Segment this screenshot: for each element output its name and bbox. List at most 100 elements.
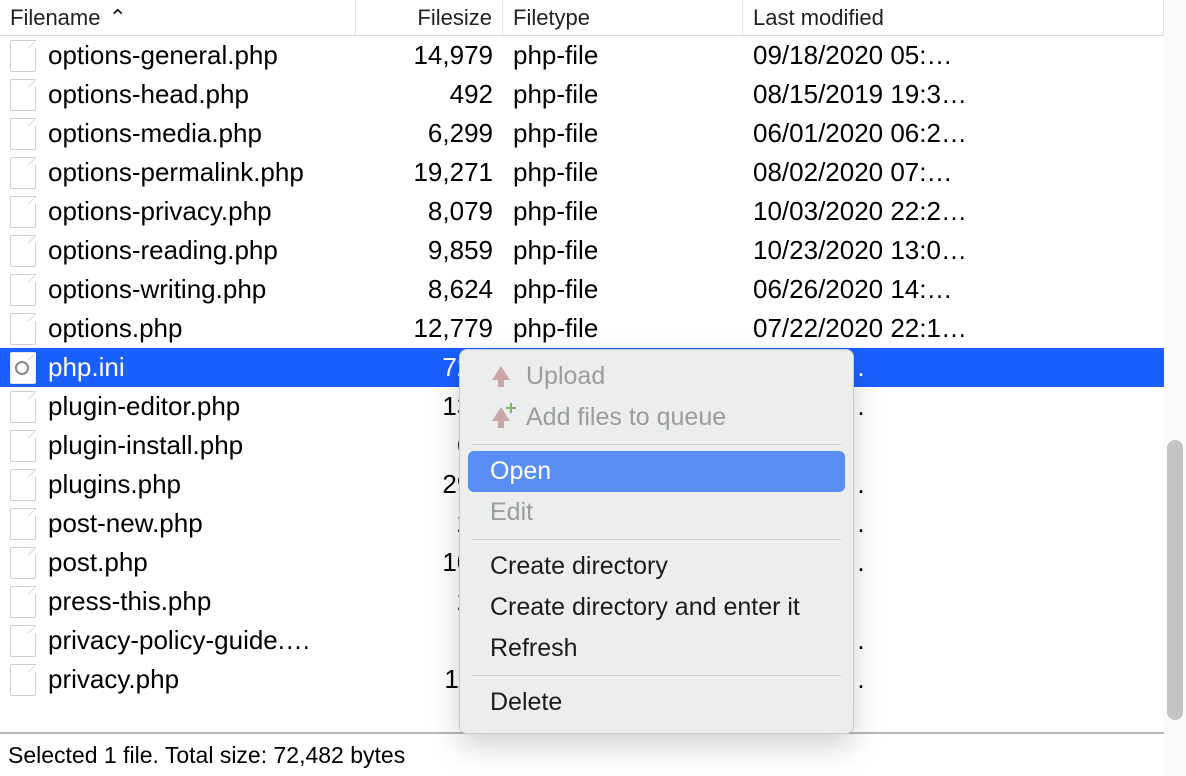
file-name-cell: plugin-editor.php: [0, 387, 356, 426]
file-icon: [10, 508, 36, 540]
file-name-cell: options-reading.php: [0, 231, 356, 270]
file-modified-cell: 06/01/2020 06:2…: [743, 114, 1164, 153]
file-row[interactable]: options-privacy.php 8,079php-file10/03/20…: [0, 192, 1164, 231]
column-header-filesize[interactable]: Filesize: [356, 0, 503, 35]
file-type-cell: php-file: [503, 270, 743, 309]
file-name-text: privacy.php: [48, 664, 179, 695]
file-name-cell: post-new.php: [0, 504, 356, 543]
menu-item-refresh-label: Refresh: [490, 634, 578, 663]
column-header-modified[interactable]: Last modified: [743, 0, 1164, 35]
file-row[interactable]: options-reading.php9,859php-file10/23/20…: [0, 231, 1164, 270]
file-name-cell: plugin-install.php: [0, 426, 356, 465]
file-row[interactable]: options-permalink.php19,271php-file08/02…: [0, 153, 1164, 192]
file-icon: [10, 469, 36, 501]
status-bar-text: Selected 1 file. Total size: 72,482 byte…: [8, 742, 405, 769]
menu-separator: [472, 675, 841, 676]
file-name-text: options-writing.php: [48, 274, 266, 305]
file-name-cell: privacy.php: [0, 660, 356, 699]
file-modified-cell: 10/03/2020 22:2…: [743, 192, 1164, 231]
column-header-filename[interactable]: Filename ⌃: [0, 0, 356, 35]
file-row[interactable]: options.php12,779php-file07/22/2020 22:1…: [0, 309, 1164, 348]
menu-item-edit: Edit: [468, 492, 845, 533]
file-modified-cell: 06/26/2020 14:…: [743, 270, 1164, 309]
menu-item-upload-label: Upload: [526, 362, 605, 391]
file-name-text: php.ini: [48, 352, 125, 383]
file-name-cell: options-privacy.php: [0, 192, 356, 231]
file-size-cell: 8,624: [356, 270, 503, 309]
file-icon: [10, 625, 36, 657]
file-type-cell: php-file: [503, 192, 743, 231]
file-icon: [10, 547, 36, 579]
file-row[interactable]: options-general.php14,979php-file09/18/2…: [0, 36, 1164, 75]
file-name-text: post-new.php: [48, 508, 203, 539]
file-row[interactable]: options-media.php 6,299php-file06/01/2020…: [0, 114, 1164, 153]
column-header-filetype-label: Filetype: [513, 5, 590, 31]
file-size-cell: 492: [356, 75, 503, 114]
menu-item-add-queue: Add files to queue: [468, 397, 845, 438]
file-size-cell: 8,079: [356, 192, 503, 231]
file-type-cell: php-file: [503, 153, 743, 192]
file-icon: [10, 235, 36, 267]
file-type-cell: php-file: [503, 114, 743, 153]
context-menu: Upload Add files to queue Open Edit Crea…: [459, 349, 854, 734]
menu-item-delete-label: Delete: [490, 688, 562, 717]
menu-item-refresh[interactable]: Refresh: [468, 628, 845, 669]
file-name-cell: options-general.php: [0, 36, 356, 75]
file-name-cell: post.php: [0, 543, 356, 582]
file-name-text: plugins.php: [48, 469, 181, 500]
vertical-scrollbar[interactable]: [1164, 0, 1186, 776]
sort-ascending-icon: ⌃: [108, 5, 126, 31]
column-header-filename-label: Filename: [10, 5, 100, 31]
file-name-cell: options-permalink.php: [0, 153, 356, 192]
file-row[interactable]: options-head.php492php-file08/15/2019 19…: [0, 75, 1164, 114]
file-icon: [10, 118, 36, 150]
menu-separator: [472, 444, 841, 445]
menu-item-open-label: Open: [490, 457, 551, 486]
file-icon: [10, 430, 36, 462]
file-icon: [10, 664, 36, 696]
file-name-text: options-media.php: [48, 118, 262, 149]
file-name-cell: php.ini: [0, 348, 356, 387]
menu-item-edit-label: Edit: [490, 498, 533, 527]
file-name-cell: privacy-policy-guide.…: [0, 621, 356, 660]
file-name-text: options-reading.php: [48, 235, 278, 266]
file-row[interactable]: options-writing.php 8,624php-file06/26/20…: [0, 270, 1164, 309]
file-name-cell: press-this.php: [0, 582, 356, 621]
file-name-text: post.php: [48, 547, 148, 578]
file-name-text: options.php: [48, 313, 182, 344]
column-header-row: Filename ⌃ Filesize Filetype Last modifi…: [0, 0, 1164, 36]
menu-item-create-directory-enter[interactable]: Create directory and enter it: [468, 587, 845, 628]
file-type-cell: php-file: [503, 231, 743, 270]
file-name-cell: plugins.php: [0, 465, 356, 504]
file-modified-cell: 09/18/2020 05:…: [743, 36, 1164, 75]
file-type-cell: php-file: [503, 309, 743, 348]
file-name-cell: options-head.php: [0, 75, 356, 114]
menu-item-upload: Upload: [468, 356, 845, 397]
file-icon: [10, 274, 36, 306]
scrollbar-thumb[interactable]: [1167, 440, 1183, 720]
menu-item-create-directory-enter-label: Create directory and enter it: [490, 593, 800, 622]
file-icon: [10, 40, 36, 72]
file-size-cell: 9,859: [356, 231, 503, 270]
file-size-cell: 19,271: [356, 153, 503, 192]
file-type-cell: php-file: [503, 75, 743, 114]
file-name-text: options-privacy.php: [48, 196, 272, 227]
file-name-text: options-permalink.php: [48, 157, 304, 188]
file-icon: [10, 586, 36, 618]
file-name-text: plugin-editor.php: [48, 391, 240, 422]
file-icon: [10, 79, 36, 111]
file-name-text: options-head.php: [48, 79, 249, 110]
file-icon: [10, 196, 36, 228]
file-name-text: options-general.php: [48, 40, 278, 71]
menu-item-create-directory-label: Create directory: [490, 552, 668, 581]
column-header-filetype[interactable]: Filetype: [503, 0, 743, 35]
file-size-cell: 6,299: [356, 114, 503, 153]
file-type-cell: php-file: [503, 36, 743, 75]
menu-item-create-directory[interactable]: Create directory: [468, 546, 845, 587]
file-modified-cell: 07/22/2020 22:1…: [743, 309, 1164, 348]
menu-item-open[interactable]: Open: [468, 451, 845, 492]
menu-item-delete[interactable]: Delete: [468, 682, 845, 723]
file-icon: [10, 391, 36, 423]
file-icon: [10, 157, 36, 189]
file-name-cell: options.php: [0, 309, 356, 348]
